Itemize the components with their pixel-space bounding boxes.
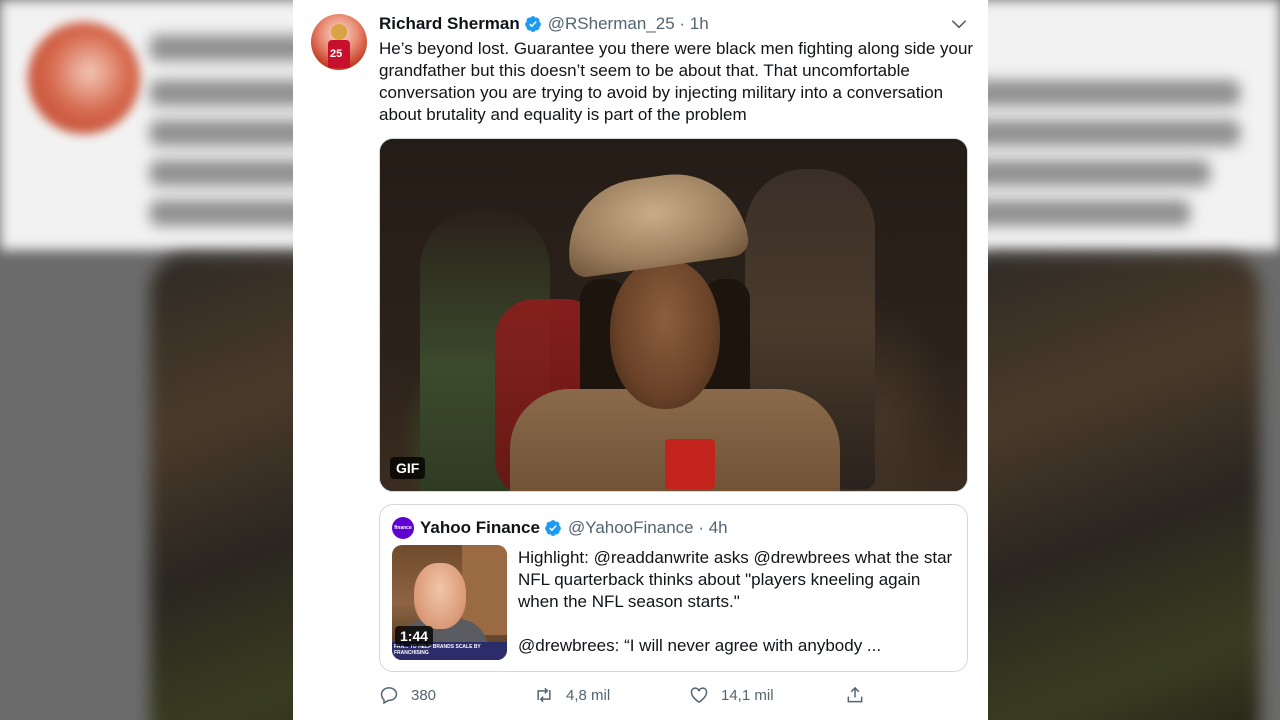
- tweet-gif-media[interactable]: GIF: [379, 138, 968, 492]
- quoted-avatar[interactable]: finance: [392, 517, 414, 539]
- like-count: 14,1 mil: [721, 686, 774, 704]
- gif-red-cup: [665, 439, 715, 489]
- tweet-actions: 380 4,8 mil 14,1 mil: [379, 683, 969, 707]
- author-handle-time[interactable]: @RSherman_25 · 1h: [548, 14, 709, 34]
- avatar-jersey-number: 25: [330, 48, 343, 60]
- gif-badge: GIF: [390, 457, 426, 479]
- quoted-text: Highlight: @readdanwrite asks @drewbrees…: [518, 547, 958, 657]
- like-icon: [690, 687, 708, 703]
- gif-main-face: [610, 259, 720, 409]
- reply-button[interactable]: 380: [379, 683, 436, 707]
- thumbnail-face: [414, 563, 466, 629]
- quoted-text-paragraph-1: Highlight: @readdanwrite asks @drewbrees…: [518, 548, 953, 611]
- verified-badge-icon: [545, 520, 561, 536]
- quoted-author-name[interactable]: Yahoo Finance: [420, 518, 540, 538]
- avatar-helmet: [331, 24, 347, 40]
- background-media-blur: [960, 255, 1260, 720]
- retweet-count: 4,8 mil: [566, 686, 611, 704]
- quoted-text-paragraph-2: @drewbrees: “I will never agree with any…: [518, 636, 882, 655]
- background-avatar-blur: [28, 22, 140, 134]
- quoted-tweet[interactable]: finance Yahoo Finance @YahooFinance · 4h…: [379, 504, 968, 672]
- like-button[interactable]: 14,1 mil: [689, 683, 774, 707]
- reply-count: 380: [411, 686, 437, 704]
- retweet-icon: [537, 687, 551, 703]
- video-duration-badge: 1:44: [395, 626, 434, 646]
- share-button[interactable]: [845, 683, 865, 707]
- author-name[interactable]: Richard Sherman: [379, 14, 520, 34]
- share-icon: [847, 686, 863, 703]
- chevron-down-icon[interactable]: [949, 14, 969, 34]
- verified-badge-icon: [524, 16, 541, 32]
- tweet-text: He’s beyond lost. Guarantee you there we…: [379, 39, 974, 124]
- author-avatar[interactable]: 25: [311, 14, 367, 70]
- quoted-handle-time[interactable]: @YahooFinance · 4h: [568, 518, 728, 538]
- reply-icon: [380, 687, 398, 705]
- retweet-button[interactable]: 4,8 mil: [534, 683, 610, 707]
- tweet-card[interactable]: 25 Richard Sherman @RSherman_25 · 1h He’…: [293, 0, 988, 720]
- tweet-header: Richard Sherman @RSherman_25 · 1h: [379, 13, 709, 35]
- quoted-header: Yahoo Finance @YahooFinance · 4h: [420, 517, 728, 539]
